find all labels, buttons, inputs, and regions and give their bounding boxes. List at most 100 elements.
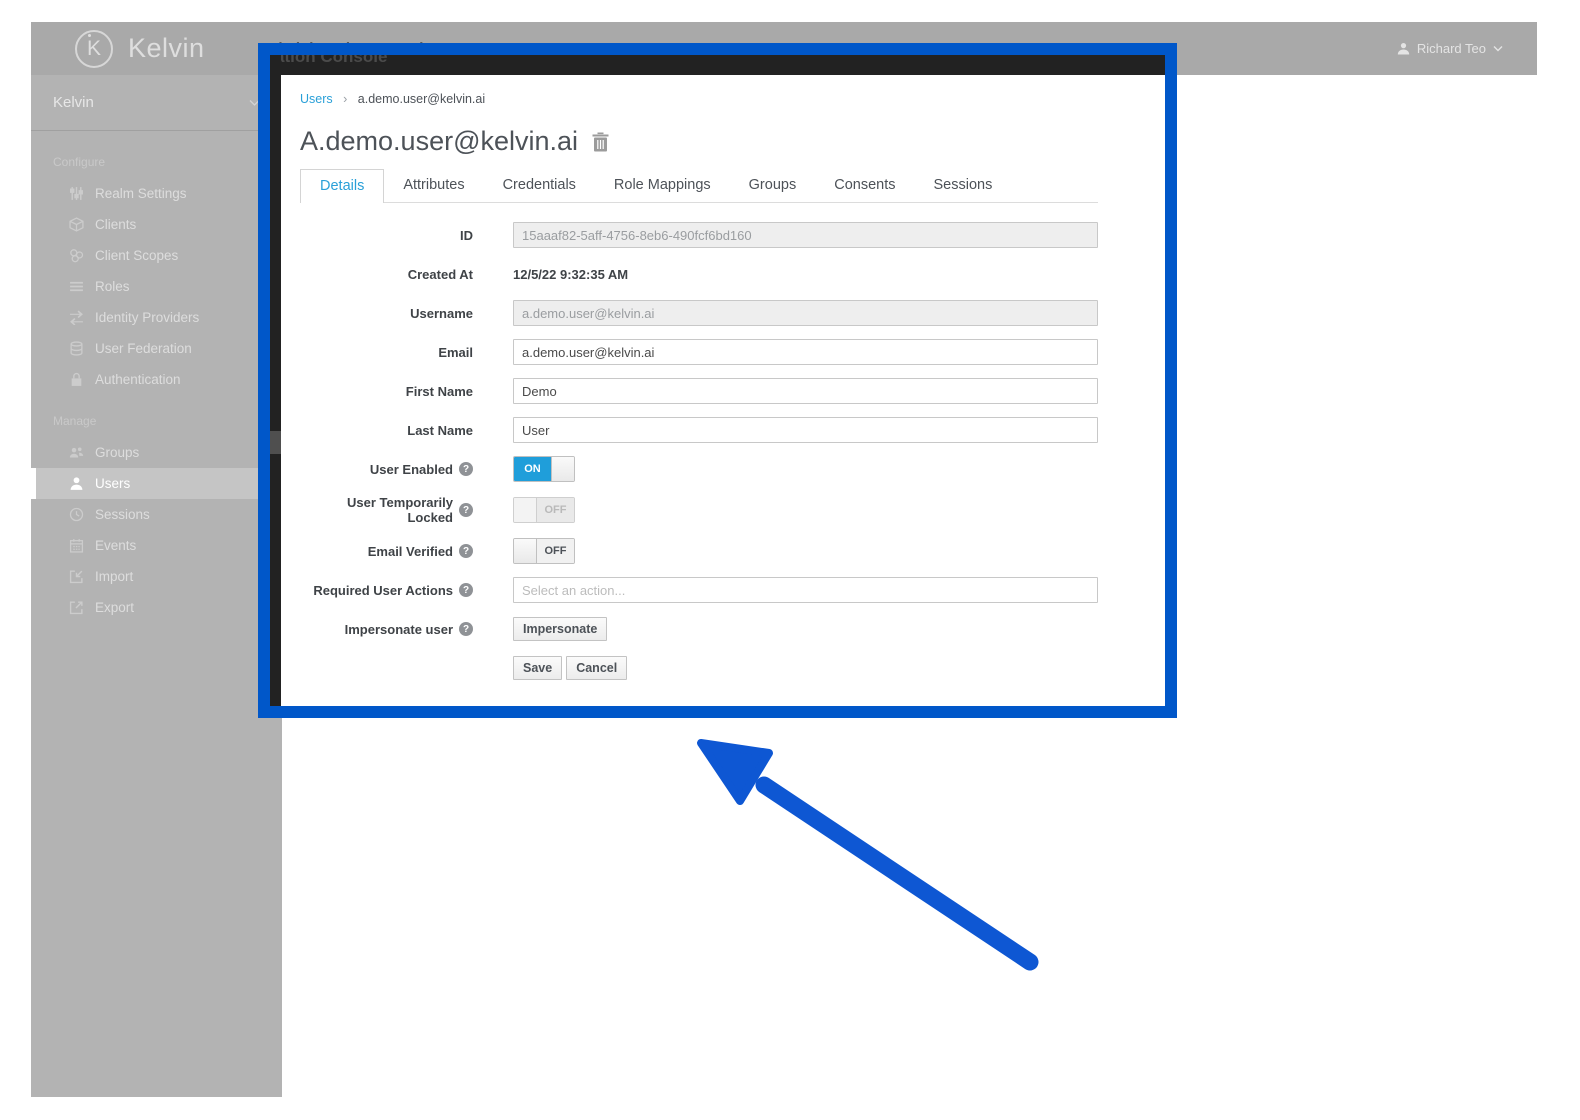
sidebar-item-users[interactable]: Users bbox=[31, 468, 282, 499]
breadcrumb-current: a.demo.user@kelvin.ai bbox=[358, 92, 485, 106]
zoom-inset-panel: ation Console Users › a.demo.user@kelvin… bbox=[258, 43, 1177, 718]
lock-icon bbox=[69, 372, 84, 387]
sidebar-item-label: Export bbox=[95, 600, 134, 615]
sliders-icon bbox=[69, 186, 84, 201]
required-user-actions-select[interactable] bbox=[513, 577, 1098, 603]
user-icon bbox=[69, 476, 84, 491]
help-icon: ? bbox=[459, 544, 473, 558]
toggle-knob bbox=[551, 457, 574, 481]
save-button[interactable]: Save bbox=[513, 656, 562, 680]
inset-clipped-sidebar bbox=[270, 55, 281, 706]
sidebar-item-client-scopes[interactable]: Client Scopes bbox=[31, 240, 282, 271]
sidebar-item-sessions[interactable]: Sessions bbox=[31, 499, 282, 530]
inset-sidebar-active-sliver bbox=[270, 431, 281, 454]
sidebar-item-export[interactable]: Export bbox=[31, 592, 282, 623]
calendar-icon bbox=[69, 538, 84, 553]
page-title: A.demo.user@kelvin.ai bbox=[300, 126, 578, 157]
sidebar-item-realm-settings[interactable]: Realm Settings bbox=[31, 178, 282, 209]
form-row-first-name: First Name bbox=[300, 378, 1098, 404]
person-icon bbox=[1397, 42, 1410, 55]
sidebar-item-label: Roles bbox=[95, 279, 130, 294]
user-name: Richard Teo bbox=[1417, 41, 1486, 56]
import-icon bbox=[69, 569, 84, 584]
sidebar: Kelvin Configure Realm Settings Clients … bbox=[31, 75, 282, 1097]
help-icon: ? bbox=[459, 622, 473, 636]
tab-details[interactable]: Details bbox=[300, 169, 384, 203]
sidebar-item-authentication[interactable]: Authentication bbox=[31, 364, 282, 395]
sidebar-item-label: Clients bbox=[95, 217, 136, 232]
sidebar-item-label: Groups bbox=[95, 445, 139, 460]
chevron-down-icon bbox=[1493, 45, 1503, 52]
form-row-username: Username bbox=[300, 300, 1098, 326]
email-verified-label: Email Verified bbox=[368, 544, 453, 559]
export-icon bbox=[69, 600, 84, 615]
list-icon bbox=[69, 279, 84, 294]
tab-groups[interactable]: Groups bbox=[730, 169, 816, 202]
tab-consents[interactable]: Consents bbox=[815, 169, 914, 202]
tab-sessions[interactable]: Sessions bbox=[914, 169, 1011, 202]
user-enabled-toggle[interactable]: ON bbox=[513, 456, 575, 482]
sidebar-item-groups[interactable]: Groups bbox=[31, 437, 282, 468]
form-row-email-verified: Email Verified? OFF bbox=[300, 538, 1098, 564]
toggle-off-label: OFF bbox=[537, 539, 574, 563]
email-field[interactable] bbox=[513, 339, 1098, 365]
sidebar-item-events[interactable]: Events bbox=[31, 530, 282, 561]
cancel-button[interactable]: Cancel bbox=[566, 656, 627, 680]
kelvin-logo-icon: K bbox=[75, 30, 113, 68]
toggle-knob bbox=[514, 539, 537, 563]
username-label: Username bbox=[300, 306, 473, 321]
first-name-label: First Name bbox=[300, 384, 473, 399]
id-label: ID bbox=[300, 228, 473, 243]
sidebar-item-label: Authentication bbox=[95, 372, 181, 387]
toggle-off-label: OFF bbox=[537, 498, 574, 522]
toggle-knob bbox=[514, 498, 537, 522]
last-name-field[interactable] bbox=[513, 417, 1098, 443]
form-row-last-name: Last Name bbox=[300, 417, 1098, 443]
sidebar-item-label: Events bbox=[95, 538, 136, 553]
sidebar-item-label: Sessions bbox=[95, 507, 150, 522]
user-temporarily-locked-label: User Temporarily Locked bbox=[300, 495, 453, 525]
email-verified-toggle[interactable]: OFF bbox=[513, 538, 575, 564]
sidebar-item-label: Import bbox=[95, 569, 133, 584]
sidebar-item-label: Client Scopes bbox=[95, 248, 178, 263]
tab-credentials[interactable]: Credentials bbox=[484, 169, 595, 202]
user-details-form: ID Created At 12/5/22 9:32:35 AM Usernam… bbox=[300, 222, 1098, 681]
sidebar-item-user-federation[interactable]: User Federation bbox=[31, 333, 282, 364]
breadcrumb-users-link[interactable]: Users bbox=[300, 92, 333, 106]
user-menu[interactable]: Richard Teo bbox=[1397, 41, 1503, 56]
section-label: Configure bbox=[31, 155, 282, 178]
email-label: Email bbox=[300, 345, 473, 360]
form-row-created-at: Created At 12/5/22 9:32:35 AM bbox=[300, 261, 1098, 287]
sidebar-item-clients[interactable]: Clients bbox=[31, 209, 282, 240]
impersonate-button[interactable]: Impersonate bbox=[513, 617, 607, 641]
delete-user-icon[interactable] bbox=[592, 132, 609, 152]
help-icon: ? bbox=[459, 462, 473, 476]
brand-name: Kelvin bbox=[128, 33, 205, 64]
breadcrumb-separator: › bbox=[343, 92, 347, 106]
sidebar-item-import[interactable]: Import bbox=[31, 561, 282, 592]
username-field bbox=[513, 300, 1098, 326]
cube-icon bbox=[69, 217, 84, 232]
first-name-field[interactable] bbox=[513, 378, 1098, 404]
tab-role-mappings[interactable]: Role Mappings bbox=[595, 169, 730, 202]
form-row-email: Email bbox=[300, 339, 1098, 365]
user-temporarily-locked-toggle: OFF bbox=[513, 497, 575, 523]
realm-selector[interactable]: Kelvin bbox=[31, 75, 282, 131]
toggle-on-label: ON bbox=[514, 457, 551, 481]
arrows-icon bbox=[69, 310, 84, 325]
sidebar-item-label: User Federation bbox=[95, 341, 192, 356]
form-row-impersonate: Impersonate user? Impersonate bbox=[300, 616, 1098, 642]
form-row-user-temporarily-locked: User Temporarily Locked? OFF bbox=[300, 495, 1098, 525]
realm-name: Kelvin bbox=[53, 94, 94, 111]
last-name-label: Last Name bbox=[300, 423, 473, 438]
sidebar-item-identity-providers[interactable]: Identity Providers bbox=[31, 302, 282, 333]
sidebar-item-roles[interactable]: Roles bbox=[31, 271, 282, 302]
id-field bbox=[513, 222, 1098, 248]
help-icon: ? bbox=[459, 583, 473, 597]
sidebar-section-configure: Configure Realm Settings Clients Client … bbox=[31, 131, 282, 395]
form-actions: SaveCancel bbox=[300, 655, 1098, 681]
tab-attributes[interactable]: Attributes bbox=[384, 169, 483, 202]
form-row-id: ID bbox=[300, 222, 1098, 248]
brand-logo: K Kelvin bbox=[75, 30, 205, 68]
required-user-actions-label: Required User Actions bbox=[313, 583, 453, 598]
